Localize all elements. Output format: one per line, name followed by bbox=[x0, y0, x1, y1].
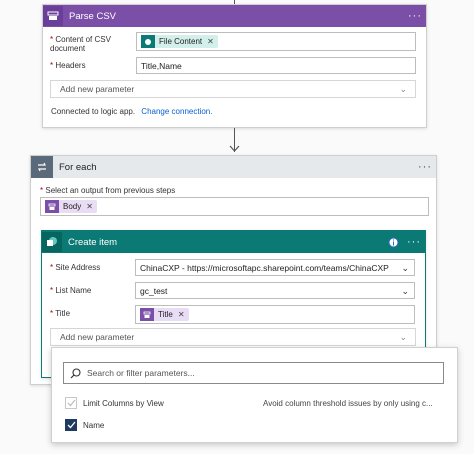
chevron-down-icon: ⌄ bbox=[401, 286, 409, 296]
more-options-icon[interactable]: ··· bbox=[403, 236, 425, 248]
add-parameter-select[interactable]: Add new parameter ⌄ bbox=[50, 328, 416, 346]
limit-columns-hint: Avoid column threshold issues by only us… bbox=[263, 399, 433, 408]
file-content-token: File Content ✕ bbox=[141, 35, 218, 48]
parse-csv-header[interactable]: Parse CSV ··· bbox=[43, 5, 426, 27]
body-token: Body ✕ bbox=[45, 200, 97, 213]
add-parameter-select[interactable]: Add new parameter ⌄ bbox=[50, 80, 416, 98]
loop-icon bbox=[31, 156, 53, 178]
remove-token-icon[interactable]: ✕ bbox=[207, 37, 214, 46]
title-label: * Title bbox=[50, 309, 71, 318]
parse-csv-title: Parse CSV bbox=[69, 10, 116, 22]
parse-csv-token-icon bbox=[45, 200, 59, 213]
chevron-down-icon: ⌄ bbox=[401, 263, 409, 273]
remove-token-icon[interactable]: ✕ bbox=[178, 310, 185, 319]
chevron-down-icon: ⌄ bbox=[399, 84, 407, 94]
parse-csv-icon bbox=[43, 6, 63, 26]
for-each-title: For each bbox=[59, 161, 97, 173]
parameter-search-input[interactable] bbox=[87, 368, 387, 378]
parameter-dropdown: Limit Columns by View Avoid column thres… bbox=[51, 347, 458, 443]
search-icon bbox=[70, 367, 81, 378]
list-name-label: * List Name bbox=[50, 286, 92, 295]
list-name-select[interactable]: gc_test ⌄ bbox=[135, 282, 415, 299]
title-token: Title ✕ bbox=[140, 308, 189, 321]
content-label: * Content of CSV document bbox=[50, 35, 111, 53]
headers-label: * Headers bbox=[50, 61, 86, 70]
limit-columns-label[interactable]: Limit Columns by View bbox=[83, 399, 164, 408]
sharepoint-icon bbox=[42, 232, 62, 252]
more-options-icon[interactable]: ··· bbox=[404, 10, 426, 22]
parse-csv-token-icon bbox=[140, 308, 154, 321]
sharepoint-icon bbox=[141, 35, 155, 48]
more-options-icon[interactable]: ··· bbox=[414, 161, 436, 173]
remove-token-icon[interactable]: ✕ bbox=[86, 202, 93, 211]
limit-columns-checkbox[interactable] bbox=[65, 397, 77, 409]
chevron-down-icon: ⌄ bbox=[399, 332, 407, 342]
connection-info: Connected to logic app. Change connectio… bbox=[51, 107, 213, 116]
info-icon[interactable] bbox=[388, 237, 399, 248]
create-item-title: Create item bbox=[68, 236, 118, 248]
site-address-label: * Site Address bbox=[50, 263, 101, 272]
parse-csv-card: Parse CSV ··· * Content of CSV document … bbox=[42, 4, 427, 128]
name-label[interactable]: Name bbox=[83, 421, 104, 430]
arrow-down-icon bbox=[229, 145, 240, 152]
create-item-header[interactable]: Create item ··· bbox=[42, 231, 425, 253]
headers-input[interactable]: Title,Name bbox=[136, 57, 416, 74]
site-address-select[interactable]: ChinaCXP - https://microsoftapc.sharepoi… bbox=[135, 259, 415, 276]
name-checkbox[interactable] bbox=[65, 419, 77, 431]
title-field[interactable]: Title ✕ bbox=[135, 305, 415, 324]
select-output-label: * Select an output from previous steps bbox=[40, 186, 176, 195]
select-output-field[interactable]: Body ✕ bbox=[40, 197, 429, 216]
parameter-search[interactable] bbox=[63, 362, 444, 384]
for-each-header[interactable]: For each ··· bbox=[31, 156, 436, 178]
content-field[interactable]: File Content ✕ bbox=[136, 32, 416, 51]
change-connection-link[interactable]: Change connection. bbox=[141, 107, 212, 116]
